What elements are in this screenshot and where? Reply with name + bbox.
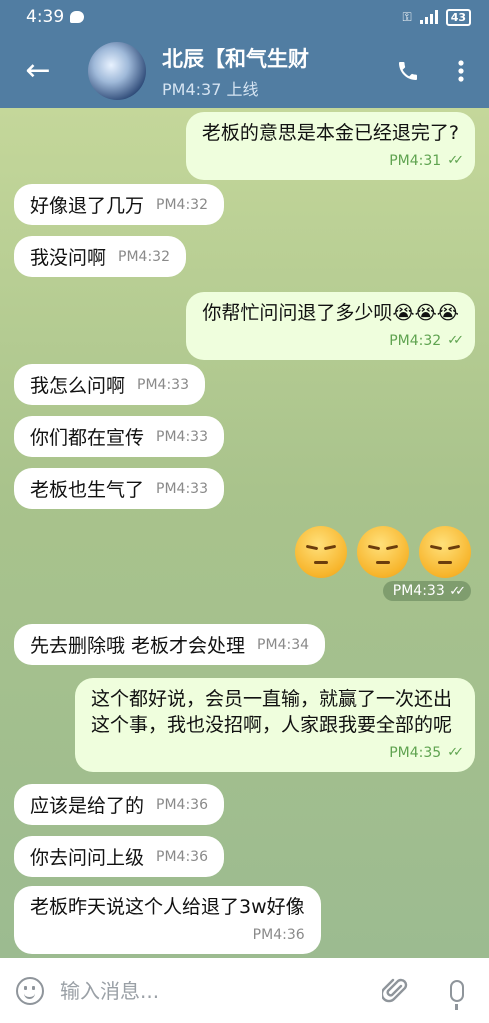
message-time: PM4:33	[137, 377, 189, 393]
message-bubble[interactable]: 应该是给了的 PM4:36	[14, 784, 224, 825]
message-text: 老板昨天说这个人给退了3w好像	[30, 896, 305, 918]
more-menu-icon[interactable]	[433, 34, 489, 108]
message-time: PM4:33	[156, 481, 208, 497]
chat-last-seen: PM4:37 上线	[162, 79, 259, 99]
sticker-emojis[interactable]	[295, 526, 471, 578]
message-time: PM4:32	[118, 249, 170, 265]
message-time: PM4:36	[156, 849, 208, 865]
message-text: 应该是给了的	[30, 795, 145, 817]
attachment-icon[interactable]	[365, 958, 425, 1023]
status-time: 4:39	[26, 7, 65, 27]
message-text: 这个都好说，会员一直输，就赢了一次还出这个事，我也没招啊，人家跟我要全部的呢	[91, 688, 453, 736]
message-notification-icon	[70, 11, 85, 23]
message-bubble[interactable]: 先去删除哦 老板才会处理 PM4:34	[14, 624, 326, 665]
read-check-icon: ✓✓	[447, 153, 464, 168]
message-bubble[interactable]: 这个都好说，会员一直输，就赢了一次还出这个事，我也没招啊，人家跟我要全部的呢 P…	[75, 678, 475, 772]
message-text: 你们都在宣传	[30, 427, 145, 449]
message-bubble[interactable]: 你去问问上级 PM4:36	[14, 836, 224, 877]
chat-area[interactable]: 老板的意思是本金已经退完了? PM4:31 ✓✓ 好像退了几万 PM4:32 我没…	[0, 108, 489, 958]
message-bubble[interactable]: 好像退了几万 PM4:32	[14, 184, 224, 225]
message-bubble[interactable]: 你们都在宣传 PM4:33	[14, 416, 224, 457]
message-bubble[interactable]: 老板昨天说这个人给退了3w好像 PM4:36	[14, 886, 321, 954]
message-bubble[interactable]: 你帮忙问问退了多少呗😭😭😭 PM4:32 ✓✓	[186, 292, 475, 360]
back-arrow-icon[interactable]: ←	[0, 34, 76, 108]
emoji-icon[interactable]	[0, 958, 60, 1023]
chat-title: 北辰【和气生财	[162, 46, 309, 71]
avatar[interactable]	[88, 42, 146, 100]
message-text: 我怎么问啊	[30, 375, 126, 397]
message-text: 先去删除哦 老板才会处理	[30, 635, 246, 657]
sticker-time: PM4:33 ✓✓	[382, 581, 471, 601]
message-time: PM4:36	[252, 927, 305, 943]
message-time: PM4:34	[257, 637, 310, 653]
message-time: PM4:36	[156, 797, 208, 813]
battery-indicator: 43	[445, 8, 471, 26]
phone-icon[interactable]	[383, 34, 433, 108]
message-input[interactable]	[60, 978, 365, 1003]
message-time: PM4:33	[156, 429, 208, 445]
message-time: PM4:32	[389, 333, 442, 349]
message-text: 老板也生气了	[30, 479, 145, 501]
message-time: PM4:32	[156, 197, 208, 213]
read-check-icon: ✓✓	[447, 745, 464, 760]
read-check-icon: ✓✓	[447, 333, 464, 348]
pensive-face-icon	[357, 526, 409, 578]
signal-icon	[419, 10, 438, 24]
message-time: PM4:31	[389, 153, 442, 169]
message-text: 老板的意思是本金已经退完了?	[201, 122, 459, 144]
message-text: 我没问啊	[30, 247, 107, 269]
composer-bar	[0, 958, 489, 1023]
pensive-face-icon	[295, 526, 347, 578]
message-bubble[interactable]: 我怎么问啊 PM4:33	[14, 364, 205, 405]
microphone-icon[interactable]	[425, 958, 489, 1023]
message-bubble[interactable]: 老板的意思是本金已经退完了? PM4:31 ✓✓	[185, 112, 475, 180]
status-bar: 4:39 ⚿ 43	[0, 0, 489, 34]
message-text: 你去问问上级	[30, 847, 145, 869]
chat-title-box[interactable]: 北辰【和气生财 PM4:37 上线	[162, 43, 383, 100]
key-icon: ⚿	[402, 9, 412, 24]
top-bar: 4:39 ⚿ 43 ← 北辰【和气生财 PM4:37 上线	[0, 0, 489, 108]
pensive-face-icon	[419, 526, 471, 578]
message-text: 你帮忙问问退了多少呗😭😭😭	[202, 302, 459, 324]
message-text: 好像退了几万	[30, 195, 145, 217]
chat-header: ← 北辰【和气生财 PM4:37 上线	[0, 34, 489, 108]
message-bubble[interactable]: 老板也生气了 PM4:33	[14, 468, 224, 509]
message-bubble[interactable]: 我没问啊 PM4:32	[14, 236, 186, 277]
message-time: PM4:35	[389, 745, 442, 761]
